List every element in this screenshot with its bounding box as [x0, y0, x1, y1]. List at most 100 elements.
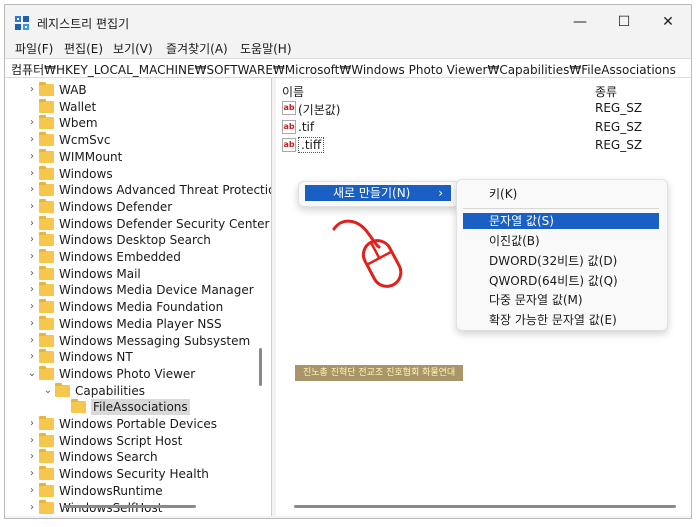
menu-favorites[interactable]: 즐겨찾기(A) — [166, 40, 228, 57]
tree-item[interactable]: › Windows Advanced Threat Protection — [5, 182, 271, 198]
tree-item[interactable]: › Windows Security Health — [5, 466, 271, 482]
submenu-separator — [463, 208, 659, 209]
tree-item[interactable]: › WIMMount — [5, 148, 271, 165]
tree-item-label: Windows Messaging Subsystem — [59, 333, 251, 348]
tree-item[interactable]: › Windows Messaging Subsystem — [5, 332, 271, 349]
menu-view[interactable]: 보기(V) — [113, 40, 153, 57]
chevron-right-icon[interactable]: › — [27, 267, 37, 281]
chevron-right-icon[interactable]: › — [27, 250, 37, 264]
tree-item[interactable]: › Windows NT — [5, 349, 271, 365]
folder-icon — [39, 299, 54, 314]
chevron-right-icon[interactable]: › — [27, 150, 37, 164]
chevron-right-icon[interactable]: › — [27, 233, 37, 247]
tree-horizontal-scrollbar[interactable] — [63, 505, 196, 508]
tree-item-label: Windows Mail — [59, 266, 141, 281]
value-row[interactable]: ab .tif REG_SZ — [276, 119, 691, 137]
submenu-item-string-value[interactable]: 문자열 값(S) — [463, 213, 659, 229]
tree-item[interactable]: › Windows Media Foundation — [5, 299, 271, 315]
value-row[interactable]: ab .tiff REG_SZ — [276, 137, 691, 155]
tree-item-label: Windows Photo Viewer — [59, 366, 196, 381]
chevron-down-icon[interactable]: ⌄ — [27, 367, 37, 381]
tree-item[interactable]: › Wbem — [5, 115, 271, 131]
tree-item[interactable]: › Windows Portable Devices — [5, 416, 271, 432]
address-bar[interactable]: 컴퓨터₩HKEY_LOCAL_MACHINE₩SOFTWARE₩Microsof… — [5, 58, 691, 78]
chevron-right-icon[interactable]: › — [27, 116, 37, 130]
tree-item[interactable]: › Windows Defender Security Center — [5, 215, 271, 232]
address-path[interactable]: 컴퓨터₩HKEY_LOCAL_MACHINE₩SOFTWARE₩Microsof… — [11, 61, 676, 78]
submenu-item-expandable-string-value[interactable]: 확장 가능한 문자열 값(E) — [463, 312, 659, 328]
chevron-right-icon[interactable] — [59, 400, 69, 414]
tree-item[interactable]: › Windows Mail — [5, 265, 271, 282]
tree-item-label: Windows Desktop Search — [59, 233, 211, 248]
tree-item-label: Windows Media Device Manager — [59, 283, 254, 298]
chevron-right-icon[interactable]: › — [27, 350, 37, 364]
tree-item[interactable]: › Windows Defender — [5, 198, 271, 215]
menu-item-new[interactable]: 새로 만들기(N) › — [305, 185, 451, 201]
tree-item[interactable]: ⌄ Windows Photo Viewer — [5, 365, 271, 382]
folder-icon — [39, 132, 54, 147]
tree-item-label: Windows Search — [59, 450, 158, 465]
chevron-right-icon[interactable]: › — [27, 450, 37, 464]
chevron-right-icon[interactable]: › — [27, 317, 37, 331]
value-name: .tif — [298, 120, 315, 134]
chevron-right-icon[interactable]: › — [27, 417, 37, 431]
submenu-item-dword-value[interactable]: DWORD(32비트) 값(D) — [463, 253, 659, 269]
submenu-item-dword-value-label: DWORD(32비트) 값(D) — [489, 254, 618, 268]
submenu-item-multi-string-value[interactable]: 다중 문자열 값(M) — [463, 292, 659, 308]
value-row[interactable]: ab (기본값) REG_SZ — [276, 100, 691, 118]
chevron-right-icon[interactable]: › — [27, 484, 37, 498]
menu-file[interactable]: 파일(F) — [15, 40, 53, 57]
tree-item-label: Windows Portable Devices — [59, 417, 217, 431]
chevron-right-icon[interactable]: › — [27, 217, 37, 231]
menu-edit[interactable]: 편집(E) — [64, 40, 103, 57]
tree-item-label: WindowsRuntime — [59, 483, 163, 498]
chevron-right-icon[interactable]: › — [27, 434, 37, 448]
tree-item-label: Windows NT — [59, 350, 133, 365]
tree-item[interactable]: FileAssociations — [5, 399, 271, 416]
tree-item[interactable]: Wallet — [5, 98, 271, 115]
menu-help[interactable]: 도움말(H) — [240, 40, 292, 57]
context-menu: 새로 만들기(N) › — [298, 181, 460, 207]
tree-item-label: Windows Media Player NSS — [59, 316, 222, 331]
tree-item[interactable]: › WAB — [5, 82, 271, 98]
tree-vertical-scrollbar[interactable] — [259, 348, 262, 386]
registry-editor-window: 레지스트리 편집기 — ☐ ✕ 파일(F) 편집(E) 보기(V) 즐겨찾기(A… — [4, 4, 692, 519]
tree-item[interactable]: › Windows Media Player NSS — [5, 315, 271, 332]
chevron-right-icon[interactable]: › — [27, 183, 37, 197]
chevron-right-icon[interactable]: › — [27, 200, 37, 214]
folder-icon — [39, 182, 54, 197]
submenu-item-key[interactable]: 키(K) — [463, 186, 659, 202]
new-submenu: 키(K) 문자열 값(S) 이진값(B) DWORD(32비트) 값(D) QW… — [456, 179, 668, 331]
tree-item[interactable]: › Windows Search — [5, 449, 271, 465]
tree-item[interactable]: › WcmSvc — [5, 132, 271, 148]
close-button[interactable]: ✕ — [646, 11, 690, 33]
folder-icon — [39, 215, 54, 230]
chevron-right-icon[interactable]: › — [27, 167, 37, 181]
tree-item-label: WAB — [59, 83, 87, 97]
submenu-item-binary-value[interactable]: 이진값(B) — [463, 233, 659, 249]
chevron-right-icon[interactable]: › — [27, 283, 37, 297]
chevron-right-icon[interactable]: › — [27, 300, 37, 314]
chevron-right-icon[interactable]: › — [27, 334, 37, 348]
tree-item[interactable]: › Windows — [5, 165, 271, 182]
chevron-right-icon[interactable]: › — [27, 133, 37, 147]
chevron-right-icon[interactable]: › — [27, 83, 37, 97]
column-header-type[interactable]: 종류 — [595, 83, 617, 100]
maximize-button[interactable]: ☐ — [602, 11, 646, 33]
tree-item[interactable]: ⌄ Capabilities — [5, 382, 271, 399]
tree-item[interactable]: › WindowsRuntime — [5, 482, 271, 499]
column-header-name[interactable]: 이름 — [282, 83, 304, 100]
tree-item[interactable]: › Windows Media Device Manager — [5, 282, 271, 298]
submenu-item-multi-string-value-label: 다중 문자열 값(M) — [489, 293, 583, 307]
chevron-right-icon[interactable]: › — [27, 467, 37, 481]
minimize-button[interactable]: — — [558, 11, 602, 33]
submenu-item-qword-value[interactable]: QWORD(64비트) 값(Q) — [463, 273, 659, 289]
key-tree[interactable]: › WAB Wallet › Wbem › WcmSvc › WIMMount › Windows ›… — [5, 78, 271, 516]
tree-item[interactable]: › Windows Embedded — [5, 249, 271, 265]
tree-item[interactable]: › Windows Script Host — [5, 432, 271, 449]
chevron-down-icon[interactable]: ⌄ — [43, 384, 53, 398]
tree-item[interactable]: › Windows Desktop Search — [5, 232, 271, 248]
values-horizontal-scrollbar[interactable] — [294, 505, 676, 508]
chevron-right-icon[interactable] — [27, 100, 37, 114]
chevron-right-icon[interactable]: › — [27, 501, 37, 515]
